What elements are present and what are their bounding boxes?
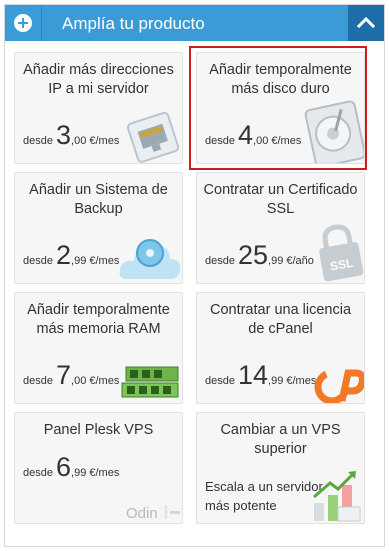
card-price: desde 7,00 €/mes (23, 362, 119, 389)
price-prefix: desde (23, 375, 53, 387)
card-price: desde 6,99 €/mes (23, 454, 119, 481)
card-price: desde 2,99 €/mes (23, 242, 119, 269)
price-integer: 3 (55, 120, 72, 150)
price-integer: 14 (237, 360, 269, 390)
collapse-toggle[interactable] (348, 5, 384, 41)
ram-module-icon (121, 366, 179, 398)
price-integer: 7 (55, 360, 72, 390)
price-suffix: ,99 €/año (268, 255, 314, 267)
header-divider (41, 5, 42, 41)
chevron-up-icon (357, 16, 375, 29)
network-port-icon (126, 111, 180, 163)
price-prefix: desde (205, 375, 235, 387)
panel-title: Amplía tu producto (62, 14, 205, 33)
price-prefix: desde (23, 255, 53, 267)
price-suffix: ,99 €/mes (71, 467, 120, 479)
price-prefix: desde (205, 255, 235, 267)
svg-text:Odin: Odin (126, 505, 158, 522)
card-description: Escala a un servidor más potente (205, 479, 323, 513)
card-extra-ip[interactable]: Añadir más direcciones IP a mi servidor … (14, 52, 183, 164)
card-ram[interactable]: Añadir temporalmente más memoria RAM des… (14, 292, 183, 404)
card-price: desde 14,99 €/mes (205, 362, 316, 389)
card-title: Panel Plesk VPS (43, 422, 154, 438)
price-suffix: ,00 €/mes (71, 375, 120, 387)
card-title: Contratar una licencia de cPanel (209, 302, 352, 337)
card-vps-upgrade[interactable]: Cambiar a un VPS superior Escala a un se… (196, 412, 365, 524)
card-title: Cambiar a un VPS superior (220, 422, 341, 457)
plus-icon[interactable] (14, 14, 32, 32)
card-backup[interactable]: Añadir un Sistema de Backup desde 2,99 €/… (14, 172, 183, 284)
card-ssl[interactable]: Contratar un Certificado SSL desde 25,99 … (196, 172, 365, 284)
price-suffix: ,99 €/mes (71, 255, 120, 267)
panel-header[interactable]: Amplía tu producto (5, 5, 384, 41)
card-cpanel[interactable]: Contratar una licencia de cPanel desde 14… (196, 292, 365, 404)
card-title: Añadir temporalmente más memoria RAM (27, 302, 170, 337)
price-integer: 6 (55, 452, 72, 482)
odin-plesk-logo-icon: Odin (126, 505, 180, 522)
card-title: Añadir un Sistema de Backup (29, 182, 168, 217)
ssl-lock-icon: SSL (319, 224, 364, 282)
card-plesk[interactable]: Panel Plesk VPS desde 6,99 €/mes Odin (14, 412, 183, 524)
cloud-backup-icon (119, 239, 181, 279)
card-price: desde 3,00 €/mes (23, 122, 119, 149)
card-price: desde 25,99 €/año (205, 242, 314, 269)
price-prefix: desde (23, 135, 53, 147)
card-title: Contratar un Certificado SSL (203, 182, 358, 217)
price-suffix: ,99 €/mes (268, 375, 317, 387)
upgrade-chart-icon (313, 471, 361, 522)
card-title: Añadir más direcciones IP a mi servidor (23, 62, 174, 97)
price-suffix: ,00 €/mes (71, 135, 120, 147)
price-prefix: desde (23, 467, 53, 479)
cpanel-logo-icon (314, 369, 364, 403)
selected-card-outline (189, 46, 367, 170)
upgrade-product-panel: Amplía tu producto Añadir más direccione… (4, 4, 385, 547)
price-integer: 25 (237, 240, 269, 270)
price-integer: 2 (55, 240, 72, 270)
